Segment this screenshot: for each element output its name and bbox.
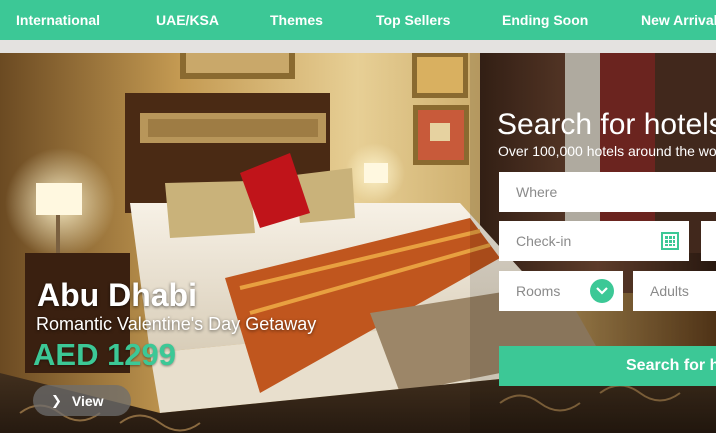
- nav-item-international[interactable]: International: [16, 0, 100, 40]
- nav-spacer: [0, 40, 716, 53]
- view-button-label: View: [71, 392, 104, 409]
- nav-item-ending-soon[interactable]: Ending Soon: [502, 0, 588, 40]
- adults-select[interactable]: Adults: [633, 271, 716, 311]
- search-hotels-button[interactable]: Search for hotels: [499, 346, 716, 386]
- chevron-down-icon: [596, 287, 608, 295]
- checkout-input[interactable]: [701, 221, 716, 261]
- nav-item-new-arrivals[interactable]: New Arrivals: [641, 0, 716, 40]
- rooms-dropdown-toggle[interactable]: [590, 279, 614, 303]
- search-title: Search for hotels: [497, 108, 716, 141]
- checkin-placeholder: Check-in: [516, 233, 572, 249]
- rooms-label: Rooms: [516, 283, 561, 299]
- nav-item-themes[interactable]: Themes: [270, 0, 323, 40]
- top-nav: International UAE/KSA Themes Top Sellers…: [0, 0, 716, 40]
- hero-deal-title: Romantic Valentine's Day Getaway: [36, 314, 317, 334]
- nav-item-top-sellers[interactable]: Top Sellers: [376, 0, 450, 40]
- where-input[interactable]: Where: [499, 172, 716, 212]
- calendar-icon[interactable]: [661, 232, 679, 250]
- chevron-right-icon: ❯: [51, 392, 62, 408]
- hero-city: Abu Dhabi: [37, 277, 197, 313]
- checkin-input[interactable]: Check-in: [499, 221, 689, 261]
- adults-label: Adults: [650, 283, 689, 299]
- search-button-label: Search for hotels: [626, 357, 716, 374]
- search-subtitle: Over 100,000 hotels around the world: [498, 143, 716, 159]
- where-placeholder: Where: [516, 184, 558, 200]
- hero-banner: Abu Dhabi Romantic Valentine's Day Getaw…: [0, 53, 716, 433]
- nav-item-uae-ksa[interactable]: UAE/KSA: [156, 0, 219, 40]
- hero-price: AED 1299: [33, 337, 177, 372]
- view-deal-button[interactable]: ❯ View: [33, 385, 131, 416]
